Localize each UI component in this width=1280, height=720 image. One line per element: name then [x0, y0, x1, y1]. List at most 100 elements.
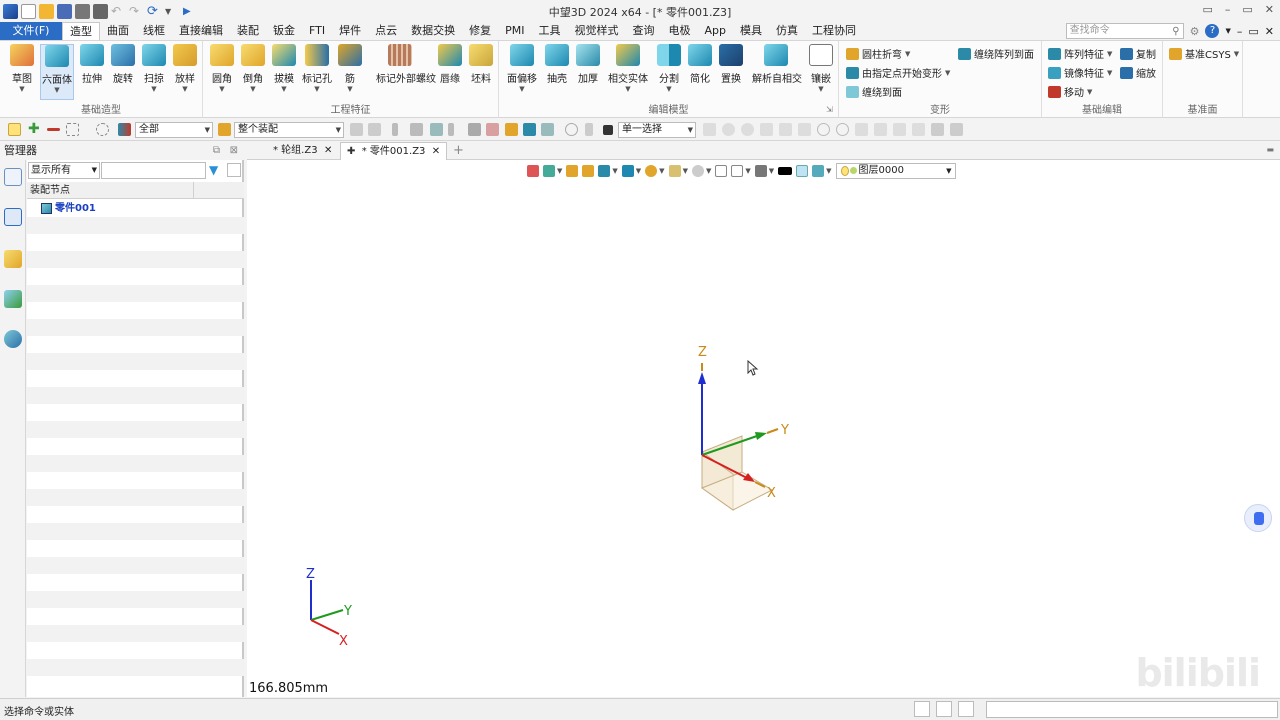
save-icon[interactable] [57, 3, 72, 19]
menu-tab-18[interactable]: 仿真 [769, 22, 805, 40]
play-icon[interactable] [741, 123, 754, 136]
chevron-down-icon[interactable]: ▼ [169, 85, 201, 93]
tab-list-icon[interactable]: ▬ [1266, 145, 1274, 154]
pointer-icon[interactable] [468, 123, 481, 136]
search-icon[interactable]: ⚲ [1172, 25, 1179, 39]
panel-icon[interactable] [958, 701, 974, 717]
menu-tab-4[interactable]: 装配 [230, 22, 266, 40]
doc-tab-part001[interactable]: ✚ * 零件001.Z3 ✕ [340, 142, 448, 160]
cylinder-bend-button[interactable]: 圆柱折弯 ▼ [846, 45, 910, 62]
restore-icon[interactable]: ▭ [1202, 3, 1212, 16]
view-select-icon[interactable] [543, 165, 555, 177]
file-menu[interactable]: 文件(F) [0, 22, 62, 40]
print-preview-icon[interactable] [93, 3, 108, 19]
view-manager-icon[interactable] [4, 290, 22, 308]
pin-icon[interactable]: ⧉ [213, 145, 220, 156]
snap-point-icon[interactable] [722, 123, 735, 136]
background-color-icon[interactable] [778, 167, 793, 175]
chevron-down-icon[interactable]: ▼ [92, 163, 97, 178]
thicken-button[interactable]: 加厚 [572, 44, 604, 100]
group-expand-icon[interactable]: ⇲ [826, 105, 833, 114]
box-icon[interactable] [582, 165, 595, 177]
chevron-down-icon[interactable]: ▼ [612, 167, 617, 175]
tree-options-icon[interactable] [227, 163, 241, 177]
print-icon[interactable] [75, 3, 90, 19]
chevron-down-icon[interactable]: ▼ [706, 167, 711, 175]
chevron-down-icon[interactable]: ▼ [653, 85, 685, 93]
chevron-down-icon[interactable]: ▼ [945, 69, 950, 77]
more-icon[interactable]: ▼ [165, 4, 180, 19]
settings-icon[interactable]: ⚙ [1190, 25, 1200, 38]
assembly-scope-combo[interactable]: 整个装配 ▼ [234, 122, 344, 138]
menu-tab-1[interactable]: 曲面 [100, 22, 136, 40]
menu-tab-3[interactable]: 直接编辑 [172, 22, 230, 40]
menu-tab-12[interactable]: 工具 [531, 22, 567, 40]
close-icon[interactable]: ✕ [1265, 3, 1274, 16]
chevron-down-icon[interactable]: ▼ [206, 85, 238, 93]
chevron-down-icon[interactable]: ▼ [334, 85, 366, 93]
screen-icon[interactable] [936, 701, 952, 717]
menu-tab-13[interactable]: 视觉样式 [567, 22, 625, 40]
menu-tab-6[interactable]: FTI [302, 22, 332, 40]
menu-tab-16[interactable]: App [697, 22, 733, 40]
funnel-icon[interactable]: ▼ [209, 163, 223, 177]
copy-button[interactable]: 复制 [1120, 45, 1156, 62]
doc-restore-icon[interactable]: ▭ [1248, 25, 1258, 38]
chevron-down-icon[interactable]: ▼ [683, 167, 688, 175]
chevron-down-icon[interactable]: ▼ [301, 85, 333, 93]
deform-from-point-button[interactable]: 由指定点开始变形 ▼ [846, 64, 950, 81]
menu-tab-19[interactable]: 工程协同 [805, 22, 863, 40]
part-library-icon[interactable] [4, 250, 22, 268]
distribute-icon[interactable] [410, 123, 423, 136]
layer-combo[interactable]: 图层0000 ▼ [835, 163, 956, 179]
fit-icon[interactable] [668, 165, 681, 177]
app-logo-icon[interactable] [3, 3, 18, 19]
chevron-down-icon[interactable]: ▼ [237, 85, 269, 93]
user-icon[interactable] [4, 330, 22, 348]
circle-icon[interactable] [836, 123, 849, 136]
line-icon[interactable] [779, 123, 792, 136]
tangent-icon[interactable] [855, 123, 868, 136]
folder-icon[interactable] [505, 123, 518, 136]
chevron-down-icon[interactable]: ▼ [1107, 69, 1112, 77]
help-icon[interactable]: ? [1205, 24, 1220, 38]
add-icon[interactable]: ✚ [28, 122, 41, 136]
menu-tab-10[interactable]: 修复 [462, 22, 498, 40]
chevron-down-icon[interactable]: ▼ [41, 86, 73, 94]
exit-icon[interactable] [527, 165, 539, 177]
undo-icon[interactable]: ↶ [111, 4, 126, 19]
history-icon[interactable] [486, 123, 499, 136]
doc-minimize-icon[interactable]: – [1237, 25, 1243, 38]
menu-tab-9[interactable]: 数据交换 [404, 22, 462, 40]
part-icon[interactable] [523, 123, 536, 136]
close-icon[interactable]: ⊠ [230, 145, 238, 156]
tree-node-part[interactable]: 零件001 [41, 202, 96, 215]
intersect-solid-button[interactable]: 相交实体 ▼ [608, 44, 648, 100]
wrap-pattern-to-face-button[interactable]: 缠绕阵列到面 [958, 45, 1034, 62]
menu-tab-2[interactable]: 线框 [136, 22, 172, 40]
chevron-down-icon[interactable]: ▼ [659, 167, 664, 175]
filter-icon[interactable] [118, 123, 131, 136]
chevron-down-icon[interactable]: ▼ [688, 123, 693, 137]
external-thread-button[interactable]: 标记外部螺纹 [376, 44, 436, 100]
chevron-down-icon[interactable]: ▼ [612, 85, 644, 93]
chevron-down-icon[interactable]: ▼ [946, 164, 951, 178]
remove-icon[interactable] [47, 128, 60, 131]
zoom-box-icon[interactable] [715, 165, 728, 177]
lasso-select-icon[interactable] [96, 123, 109, 136]
chevron-down-icon[interactable]: ▼ [805, 85, 837, 93]
render-icon[interactable] [812, 165, 825, 177]
menu-tab-8[interactable]: 点云 [368, 22, 404, 40]
doc-close-icon[interactable]: ✕ [1265, 25, 1274, 38]
loft-button[interactable]: 放样 ▼ [169, 44, 201, 100]
history-tree-icon[interactable] [4, 168, 22, 186]
menu-tab-14[interactable]: 查询 [625, 22, 661, 40]
chevron-down-icon[interactable]: ▼ [1225, 27, 1230, 35]
chevron-down-icon[interactable]: ▼ [6, 85, 38, 93]
selection-mode-combo[interactable]: 单一选择 ▼ [618, 122, 696, 138]
datum-csys-button[interactable]: 基准CSYS ▼ [1169, 45, 1239, 62]
display-filter-select[interactable]: 显示所有 ▼ [28, 162, 100, 179]
rotate-icon[interactable] [691, 165, 704, 177]
close-icon[interactable]: ✕ [321, 145, 332, 156]
chevron-down-icon[interactable]: ▼ [506, 85, 538, 93]
